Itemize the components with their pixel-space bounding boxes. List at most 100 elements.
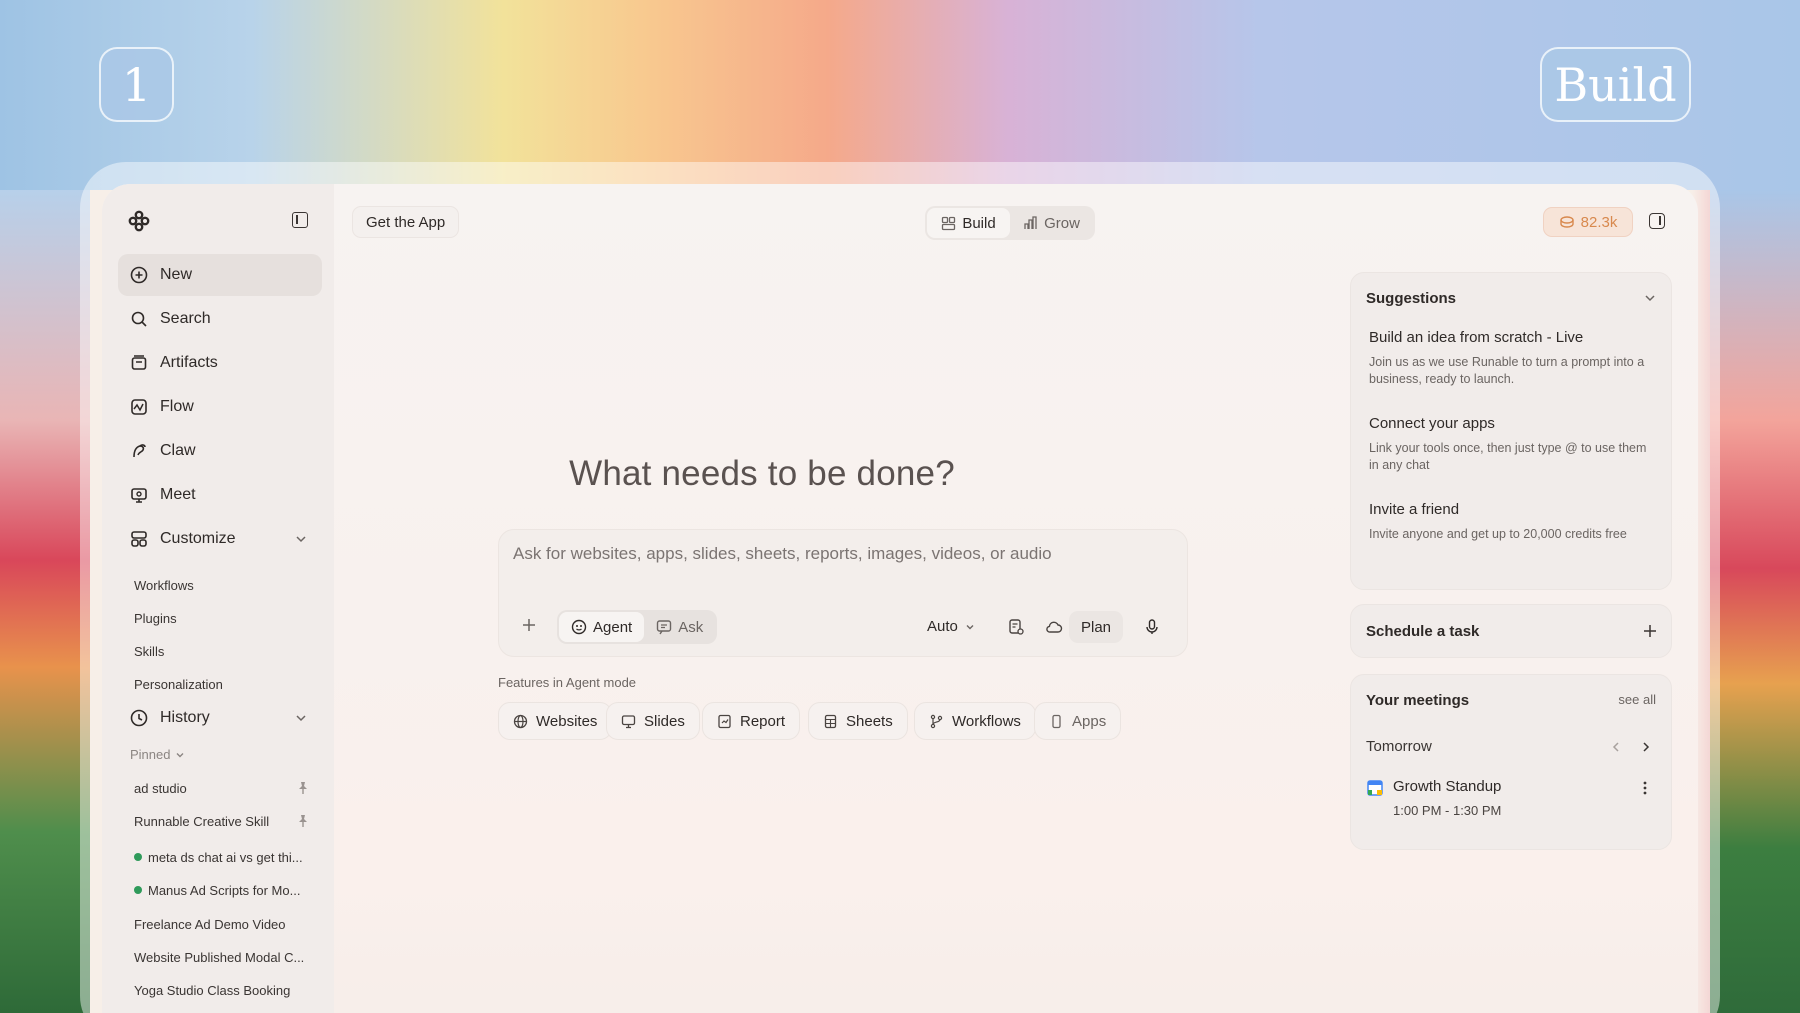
- nav-meet[interactable]: Meet: [118, 474, 322, 516]
- feature-apps[interactable]: Apps: [1034, 702, 1122, 740]
- feature-slides[interactable]: Slides: [606, 702, 700, 740]
- tab-build[interactable]: Build: [927, 208, 1010, 238]
- model-select[interactable]: Auto: [927, 618, 976, 635]
- add-icon[interactable]: [1643, 624, 1657, 638]
- cloud-icon[interactable]: [1045, 618, 1063, 636]
- get-app-button[interactable]: Get the App: [352, 206, 460, 238]
- tab-label: Grow: [1044, 214, 1080, 232]
- logo-icon[interactable]: [128, 210, 150, 232]
- sidebar-toggle-icon[interactable]: [292, 212, 308, 228]
- chevron-down-icon[interactable]: [1643, 291, 1657, 305]
- chevron-down-icon[interactable]: [294, 711, 308, 725]
- status-dot: [134, 886, 142, 894]
- slides-icon: [621, 714, 636, 729]
- mode-toggle: Agent Ask: [557, 610, 718, 644]
- globe-icon: [513, 714, 528, 729]
- nav-label: History: [160, 709, 210, 726]
- nav-label: Search: [160, 310, 211, 327]
- customize-workflows[interactable]: Workflows: [134, 578, 194, 593]
- right-panel-toggle-icon[interactable]: [1649, 213, 1665, 229]
- history-item[interactable]: Yoga Studio Class Booking: [134, 983, 312, 998]
- suggestion-title[interactable]: Build an idea from scratch - Live: [1369, 329, 1583, 346]
- customize-plugins[interactable]: Plugins: [134, 611, 177, 626]
- mode-label: Agent: [593, 618, 633, 636]
- customize-skills[interactable]: Skills: [134, 644, 164, 659]
- meeting-time: 1:00 PM - 1:30 PM: [1393, 803, 1502, 818]
- pinned-section-toggle[interactable]: Pinned: [130, 747, 186, 762]
- feature-label: Websites: [536, 712, 598, 730]
- feature-label: Workflows: [952, 712, 1021, 730]
- microphone-icon[interactable]: [1143, 618, 1161, 636]
- chevron-left-icon[interactable]: [1609, 740, 1623, 754]
- search-icon: [130, 310, 148, 328]
- mode-agent[interactable]: Agent: [559, 612, 645, 642]
- nav-new[interactable]: New: [118, 254, 322, 296]
- feature-sheets[interactable]: Sheets: [808, 702, 908, 740]
- feature-workflows[interactable]: Workflows: [914, 702, 1036, 740]
- pinned-label: Pinned: [130, 747, 171, 762]
- nav-label: New: [160, 266, 193, 283]
- customize-personalization[interactable]: Personalization: [134, 677, 223, 692]
- meeting-title[interactable]: Growth Standup: [1393, 778, 1501, 795]
- see-all-link[interactable]: see all: [1618, 692, 1656, 707]
- sheets-icon: [823, 714, 838, 729]
- document-settings-icon[interactable]: [1007, 618, 1025, 636]
- chat-icon: [656, 619, 672, 635]
- sidebar: New Search Artifacts Flow Claw Meet Cust…: [102, 184, 334, 1013]
- suggestion-title[interactable]: Connect your apps: [1369, 415, 1495, 432]
- feature-websites[interactable]: Websites: [498, 702, 613, 740]
- nav-search[interactable]: Search: [118, 298, 322, 340]
- history-item[interactable]: Website Published Modal C...: [134, 950, 312, 965]
- branch-icon: [929, 714, 944, 729]
- nav-label: Flow: [160, 398, 194, 415]
- meet-icon: [130, 486, 148, 504]
- history-item[interactable]: Manus Ad Scripts for Mo...: [134, 883, 312, 898]
- tab-grow[interactable]: Grow: [1010, 208, 1093, 238]
- suggestion-title[interactable]: Invite a friend: [1369, 501, 1459, 518]
- suggestion-desc: Invite anyone and get up to 20,000 credi…: [1369, 527, 1627, 541]
- archive-icon: [130, 354, 148, 372]
- pin-icon[interactable]: [297, 781, 309, 795]
- chevron-down-icon: [964, 621, 976, 633]
- history-item[interactable]: meta ds chat ai vs get thi...: [134, 850, 312, 865]
- suggestions-card: Suggestions Build an idea from scratch -…: [1350, 272, 1672, 590]
- chart-icon: [1023, 215, 1038, 231]
- nav-claw[interactable]: Claw: [118, 430, 322, 472]
- history-item[interactable]: ad studio: [134, 781, 312, 796]
- step-number-badge: 1: [99, 47, 174, 122]
- nav-flow[interactable]: Flow: [118, 386, 322, 428]
- page-title: What needs to be done?: [569, 454, 955, 493]
- plus-circle-icon: [130, 266, 148, 284]
- prompt-input[interactable]: [513, 544, 1173, 564]
- feature-report[interactable]: Report: [702, 702, 801, 740]
- history-item[interactable]: Runnable Creative Skill: [134, 814, 312, 829]
- report-icon: [717, 714, 732, 729]
- claw-icon: [130, 442, 148, 460]
- flow-icon: [130, 398, 148, 416]
- feature-label: Sheets: [846, 712, 893, 730]
- more-options-icon[interactable]: [1639, 780, 1651, 796]
- mode-ask[interactable]: Ask: [644, 612, 715, 642]
- suggestion-desc: Link your tools once, then just type @ t…: [1369, 441, 1647, 472]
- schedule-task-title: Schedule a task: [1366, 623, 1480, 640]
- pin-icon[interactable]: [297, 814, 309, 828]
- chevron-right-icon[interactable]: [1639, 740, 1653, 754]
- history-item[interactable]: Freelance Ad Demo Video: [134, 917, 312, 932]
- calendar-icon: [1367, 780, 1383, 796]
- app-surface: New Search Artifacts Flow Claw Meet Cust…: [102, 184, 1698, 1013]
- nav-label: Claw: [160, 442, 196, 459]
- schedule-task-card[interactable]: Schedule a task: [1350, 604, 1672, 658]
- add-attachment-icon[interactable]: [521, 617, 537, 633]
- meetings-title: Your meetings: [1366, 692, 1470, 709]
- feature-label: Report: [740, 712, 786, 730]
- prompt-composer: Agent Ask Auto Pla: [498, 529, 1188, 657]
- nav-history[interactable]: History: [118, 697, 322, 739]
- plan-button[interactable]: Plan: [1069, 611, 1124, 643]
- chevron-down-icon[interactable]: [294, 532, 308, 546]
- credits-badge[interactable]: 82.3k: [1543, 207, 1633, 237]
- nav-artifacts[interactable]: Artifacts: [118, 342, 322, 384]
- nav-label: Meet: [160, 486, 196, 503]
- suggestions-title: Suggestions: [1366, 290, 1457, 307]
- nav-customize[interactable]: Customize: [118, 518, 322, 560]
- credits-value: 82.3k: [1580, 213, 1618, 231]
